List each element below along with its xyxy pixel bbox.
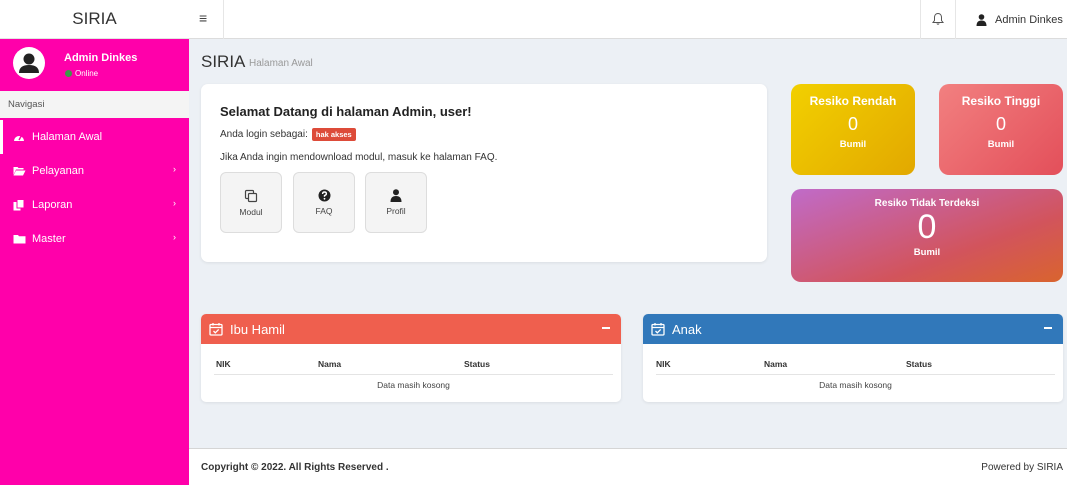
stat-value: 0 (995, 114, 1006, 134)
online-dot-icon (65, 70, 72, 77)
minimize-icon[interactable] (602, 327, 610, 329)
footer: Copyright © 2022. All Rights Reserved . … (189, 448, 1067, 485)
column-header-nik: NIK (216, 359, 231, 369)
sidebar-item-label: Master (32, 233, 66, 245)
user-name: Admin Dinkes (995, 13, 1063, 26)
divider (920, 0, 921, 39)
welcome-heading: Selamat Datang di halaman Admin, user! (220, 104, 472, 119)
folder-open-icon (13, 166, 27, 176)
column-header-status: Status (906, 359, 932, 369)
status-text: Online (75, 69, 99, 78)
tile-label: Profil (386, 206, 406, 216)
stat-title: Resiko Rendah (809, 94, 897, 108)
sidebar-item-label: Halaman Awal (32, 131, 103, 143)
copyright-text: Copyright © 2022. All Rights Reserved . (201, 462, 389, 473)
sidebar-section-header: Navigasi (0, 91, 189, 118)
top-navbar: ≡ Admin Dinkes (189, 0, 1067, 39)
column-header-status: Status (464, 359, 490, 369)
question-circle-icon (318, 189, 330, 202)
divider (955, 0, 956, 39)
table-header: NIK Nama Status (214, 357, 613, 375)
ibu-hamil-panel: Ibu Hamil NIK Nama Status Data masih kos… (201, 314, 621, 402)
chevron-right-icon: › (173, 164, 176, 174)
tile-label: Modul (239, 206, 263, 217)
user-icon (976, 13, 987, 26)
dashboard-icon (13, 132, 27, 142)
stat-unit: Bumil (987, 139, 1015, 150)
chevron-right-icon: › (173, 198, 176, 208)
table-header: NIK Nama Status (656, 357, 1055, 375)
divider (223, 0, 224, 39)
hamburger-menu-icon[interactable]: ≡ (199, 10, 207, 26)
stat-unit: Bumil (913, 247, 941, 258)
anak-panel: Anak NIK Nama Status Data masih kosong (643, 314, 1063, 402)
sidebar-user-panel: Admin Dinkes Online (0, 39, 189, 91)
panel-header: Ibu Hamil (201, 314, 621, 344)
empty-message: Data masih kosong (377, 380, 450, 390)
stat-value: 0 (847, 114, 858, 134)
minimize-icon[interactable] (1044, 327, 1052, 329)
role-badge: hak akses (311, 128, 356, 141)
sidebar-item-pelayanan[interactable]: Pelayanan › (0, 154, 189, 188)
page-title: SIRIA (201, 52, 246, 71)
sidebar-item-label: Pelayanan (32, 165, 84, 177)
panel-title: Ibu Hamil (230, 321, 285, 337)
sidebar-menu: Halaman Awal Pelayanan › Laporan › Maste… (0, 120, 189, 256)
page-subtitle: Halaman Awal (249, 58, 313, 69)
online-status: Online (65, 69, 98, 78)
user-menu[interactable]: Admin Dinkes (976, 0, 1063, 39)
powered-by-text: Powered by SIRIA (981, 462, 1063, 473)
welcome-card: Selamat Datang di halaman Admin, user! A… (201, 84, 767, 262)
empty-message: Data masih kosong (819, 380, 892, 390)
copy-icon (244, 189, 258, 202)
user-icon (390, 189, 402, 202)
sidebar-item-master[interactable]: Master › (0, 222, 189, 256)
chevron-right-icon: › (173, 232, 176, 242)
modul-button[interactable]: Modul (220, 172, 282, 233)
stat-title: Resiko Tinggi (961, 94, 1041, 108)
calendar-check-icon (209, 323, 223, 336)
sidebar-item-halaman-awal[interactable]: Halaman Awal (0, 120, 189, 154)
sidebar: Admin Dinkes Online Navigasi Halaman Awa… (0, 39, 189, 485)
calendar-check-icon (651, 323, 665, 336)
ibu-hamil-table: NIK Nama Status Data masih kosong (214, 357, 613, 390)
login-text: Anda login sebagai: (220, 129, 308, 140)
login-info: Anda login sebagai: hak akses (220, 128, 356, 141)
faq-button[interactable]: FAQ (293, 172, 355, 233)
files-icon (13, 199, 27, 211)
panel-title: Anak (672, 321, 702, 337)
panel-header: Anak (643, 314, 1063, 344)
bell-icon[interactable] (931, 12, 945, 26)
column-header-nama: Nama (318, 359, 342, 369)
sidebar-item-laporan[interactable]: Laporan › (0, 188, 189, 222)
folder-icon (13, 234, 27, 244)
tile-label: FAQ (315, 206, 333, 216)
sidebar-user-name: Admin Dinkes (64, 52, 138, 64)
stat-resiko-tinggi[interactable]: Resiko Tinggi 0 Bumil (939, 84, 1063, 175)
brand-logo[interactable]: SIRIA (0, 0, 189, 39)
faq-text: Jika Anda ingin mendownload modul, masuk… (220, 152, 498, 163)
user-avatar-icon (19, 53, 39, 73)
sidebar-item-label: Laporan (32, 199, 73, 211)
stat-unit: Bumil (839, 139, 867, 150)
stat-resiko-tidak-terdeksi[interactable]: Resiko Tidak Terdeksi 0 Bumil (791, 189, 1063, 282)
profil-button[interactable]: Profil (365, 172, 427, 233)
anak-table: NIK Nama Status Data masih kosong (656, 357, 1055, 390)
stat-resiko-rendah[interactable]: Resiko Rendah 0 Bumil (791, 84, 915, 175)
column-header-nik: NIK (656, 359, 671, 369)
column-header-nama: Nama (764, 359, 788, 369)
stat-value: 0 (917, 208, 937, 246)
avatar (13, 47, 45, 79)
